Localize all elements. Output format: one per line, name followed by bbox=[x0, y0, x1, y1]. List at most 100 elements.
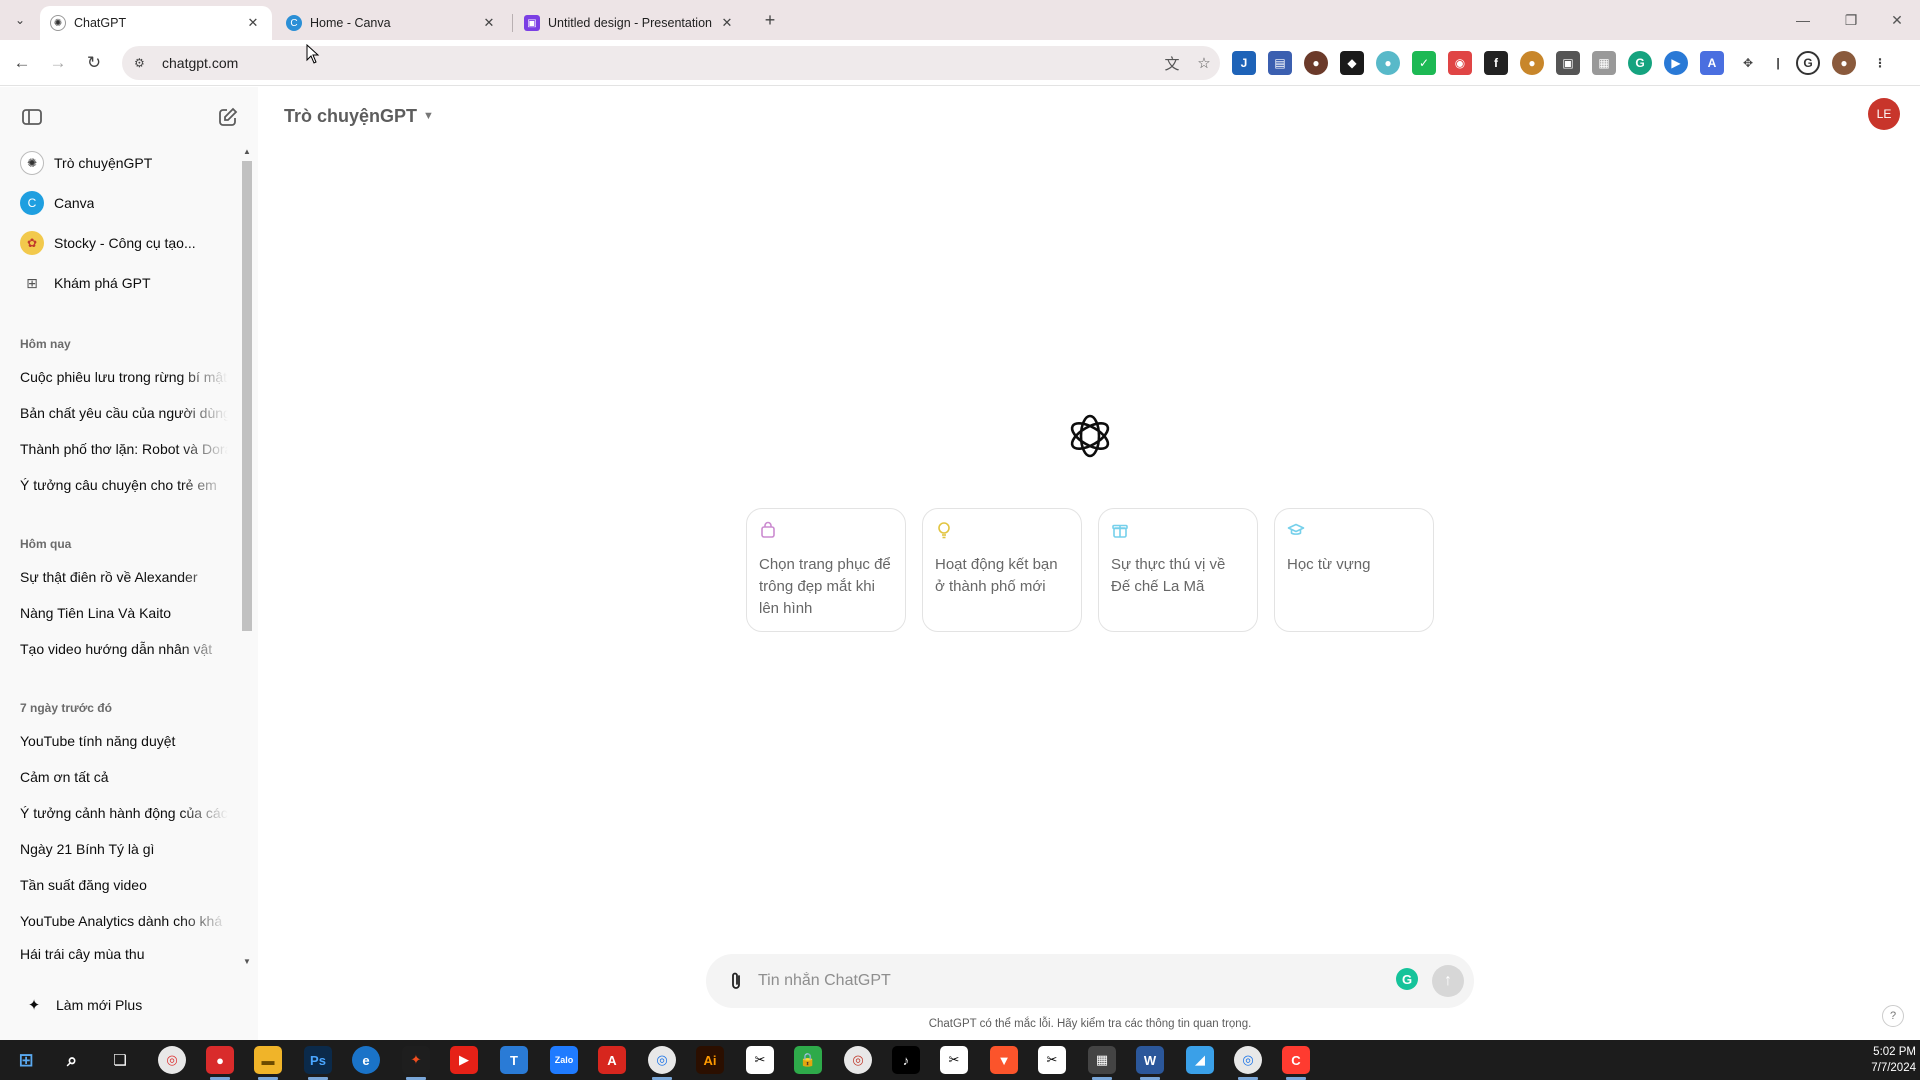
profile-avatar-icon[interactable]: ● bbox=[1832, 51, 1856, 75]
camera-extension-icon[interactable]: ◉ bbox=[1448, 51, 1472, 75]
tab-canva-home[interactable]: C Home - Canva ✕ bbox=[276, 6, 508, 40]
history-item[interactable]: Cảm ơn tất cả bbox=[12, 760, 228, 794]
history-item[interactable]: Ngày 21 Bính Tý là gì bbox=[12, 832, 228, 866]
youtube-icon[interactable]: ▶ bbox=[450, 1046, 478, 1074]
close-tab-icon[interactable]: ✕ bbox=[244, 14, 262, 32]
word-icon[interactable]: W bbox=[1136, 1046, 1164, 1080]
back-button[interactable]: ← bbox=[8, 49, 36, 77]
history-item[interactable]: Hái trái cây mùa thu bbox=[12, 940, 228, 968]
address-bar[interactable]: ⚙ chatgpt.com 文 ☆ bbox=[122, 46, 1220, 80]
gpt-item-stocky[interactable]: ✿ Stocky - Công cụ tạo... bbox=[12, 225, 232, 261]
user-avatar[interactable]: LE bbox=[1868, 98, 1900, 130]
extension-2-icon[interactable]: ▤ bbox=[1268, 51, 1292, 75]
tab-search-button[interactable]: ⌄ bbox=[8, 8, 32, 32]
teams-icon[interactable]: T bbox=[500, 1046, 528, 1074]
history-item[interactable]: Ý tưởng cảnh hành động của các bbox=[12, 796, 228, 830]
bookmark-star-icon[interactable]: ☆ bbox=[1188, 54, 1220, 72]
history-item[interactable]: Ý tưởng câu chuyện cho trẻ em bbox=[12, 468, 228, 502]
suggestion-card-roman[interactable]: Sự thực thú vị về Đế chế La Mã bbox=[1098, 508, 1258, 632]
screen-recorder-icon[interactable]: C bbox=[1282, 1046, 1310, 1080]
figma-icon[interactable]: ✦ bbox=[402, 1046, 430, 1080]
file-explorer-icon[interactable]: ▬ bbox=[254, 1046, 282, 1080]
capcut-alt-icon[interactable]: ✂ bbox=[940, 1046, 968, 1074]
scroll-down-arrow-icon[interactable]: ▼ bbox=[242, 957, 252, 966]
edge-icon[interactable]: e bbox=[352, 1046, 380, 1074]
minimize-window-button[interactable]: — bbox=[1780, 0, 1826, 40]
task-view-icon[interactable]: ❏ bbox=[106, 1046, 134, 1074]
new-chat-icon[interactable] bbox=[214, 103, 242, 131]
extension-13-icon[interactable]: ▶ bbox=[1664, 51, 1688, 75]
search-icon[interactable]: ⌕ bbox=[58, 1046, 86, 1074]
message-input[interactable] bbox=[758, 954, 1358, 1008]
browser-menu-icon[interactable]: ⋮ bbox=[1868, 51, 1892, 75]
reload-button[interactable]: ↻ bbox=[80, 49, 108, 77]
robot-extension-icon[interactable]: ▣ bbox=[1556, 51, 1580, 75]
recorder-taskbar-icon[interactable]: ● bbox=[206, 1046, 234, 1080]
extension-11-icon[interactable]: ▦ bbox=[1592, 51, 1616, 75]
close-window-button[interactable]: ✕ bbox=[1874, 0, 1920, 40]
send-button[interactable]: ↑ bbox=[1432, 965, 1464, 997]
model-selector[interactable]: Trò chuyệnGPT ▼ bbox=[276, 100, 442, 132]
shield-extension-icon[interactable]: ◆ bbox=[1340, 51, 1364, 75]
suggestion-card-friends[interactable]: Hoạt động kết bạn ở thành phố mới bbox=[922, 508, 1082, 632]
history-item[interactable]: Bản chất yêu cầu của người dùng bbox=[12, 396, 228, 430]
acrobat-icon[interactable]: A bbox=[598, 1046, 626, 1074]
history-item[interactable]: Nàng Tiên Lina Và Kaito bbox=[12, 596, 228, 630]
app-grid-icon[interactable]: ▦ bbox=[1088, 1046, 1116, 1080]
restore-window-button[interactable]: ❐ bbox=[1828, 0, 1874, 40]
brave-icon[interactable]: ▼ bbox=[990, 1046, 1018, 1074]
capcut-third-icon[interactable]: ✂ bbox=[1038, 1046, 1066, 1074]
chrome-taskbar-icon[interactable]: ◎ bbox=[158, 1046, 186, 1074]
cookie-extension-icon[interactable]: ● bbox=[1304, 51, 1328, 75]
close-tab-icon[interactable]: ✕ bbox=[480, 14, 498, 32]
extensions-puzzle-icon[interactable]: ✥ bbox=[1736, 51, 1760, 75]
scroll-up-arrow-icon[interactable]: ▲ bbox=[242, 147, 252, 156]
history-item[interactable]: Tần suất đăng video bbox=[12, 868, 228, 902]
paperclip-icon[interactable] bbox=[724, 969, 748, 993]
grammarly-extension-icon[interactable]: G bbox=[1628, 51, 1652, 75]
adblock-shield-icon[interactable]: ✓ bbox=[1412, 51, 1436, 75]
windows-start-icon[interactable]: ⊞ bbox=[12, 1046, 40, 1074]
google-account-g-icon[interactable]: G bbox=[1796, 51, 1820, 75]
tab-chatgpt[interactable]: ✺ ChatGPT ✕ bbox=[40, 6, 272, 40]
gpt-item-chatgpt[interactable]: ✺ Trò chuyệnGPT bbox=[12, 145, 232, 181]
history-item[interactable]: Thành phố thơ lặn: Robot và Dora bbox=[12, 432, 228, 466]
help-icon[interactable]: ? bbox=[1882, 1005, 1904, 1027]
suggestion-card-vocab[interactable]: Học từ vựng bbox=[1274, 508, 1434, 632]
close-tab-icon[interactable]: ✕ bbox=[718, 14, 736, 32]
grammarly-icon[interactable]: G bbox=[1396, 968, 1418, 990]
forward-button[interactable]: → bbox=[44, 49, 72, 77]
lock-app-icon[interactable]: 🔒 bbox=[794, 1046, 822, 1074]
capcut-icon[interactable]: ✂ bbox=[746, 1046, 774, 1074]
notes-app-icon[interactable]: ◢ bbox=[1186, 1046, 1214, 1074]
tiktok-icon[interactable]: ♪ bbox=[892, 1046, 920, 1074]
translate-icon[interactable]: 文 bbox=[1156, 53, 1188, 74]
extension-9-icon[interactable]: ● bbox=[1520, 51, 1544, 75]
extension-14-icon[interactable]: A bbox=[1700, 51, 1724, 75]
history-item[interactable]: YouTube Analytics dành cho khá bbox=[12, 904, 228, 938]
tab-untitled-design[interactable]: ▣ Untitled design - Presentation ✕ bbox=[514, 6, 746, 40]
photoshop-icon[interactable]: Ps bbox=[304, 1046, 332, 1080]
chrome-active-icon[interactable]: ◎ bbox=[1234, 1046, 1262, 1080]
chrome-alt-icon[interactable]: ◎ bbox=[844, 1046, 872, 1074]
gpt-item-explore[interactable]: ⊞ Khám phá GPT bbox=[12, 265, 232, 301]
illustrator-icon[interactable]: Ai bbox=[696, 1046, 724, 1074]
upgrade-plus-button[interactable]: ✦ Làm mới Plus bbox=[12, 985, 242, 1025]
gpt-item-canva[interactable]: C Canva bbox=[12, 185, 232, 221]
scrollbar-thumb[interactable] bbox=[242, 161, 252, 631]
system-clock[interactable]: 5:02 PM 7/7/2024 bbox=[1846, 1044, 1916, 1076]
extension-1-icon[interactable]: J bbox=[1232, 51, 1256, 75]
zalo-icon[interactable]: Zalo bbox=[550, 1046, 578, 1074]
new-tab-button[interactable]: + bbox=[758, 8, 782, 32]
toggle-sidebar-icon[interactable] bbox=[18, 103, 46, 131]
chrome-profile-icon[interactable]: ◎ bbox=[648, 1046, 676, 1080]
extension-5-icon[interactable]: ● bbox=[1376, 51, 1400, 75]
history-item[interactable]: YouTube tính năng duyệt bbox=[12, 724, 228, 758]
history-item[interactable]: Sự thật điên rồ về Alexander bbox=[12, 560, 228, 594]
history-item[interactable]: Cuộc phiêu lưu trong rừng bí mật bbox=[12, 360, 228, 394]
history-item[interactable]: Tạo video hướng dẫn nhân vật bbox=[12, 632, 228, 666]
suggestion-card-outfit[interactable]: Chọn trang phục để trông đẹp mắt khi lên… bbox=[746, 508, 906, 632]
site-info-icon[interactable]: ⚙ bbox=[134, 56, 152, 70]
font-extension-icon[interactable]: f bbox=[1484, 51, 1508, 75]
sidebar-scrollbar[interactable]: ▲ ▼ bbox=[240, 145, 254, 971]
